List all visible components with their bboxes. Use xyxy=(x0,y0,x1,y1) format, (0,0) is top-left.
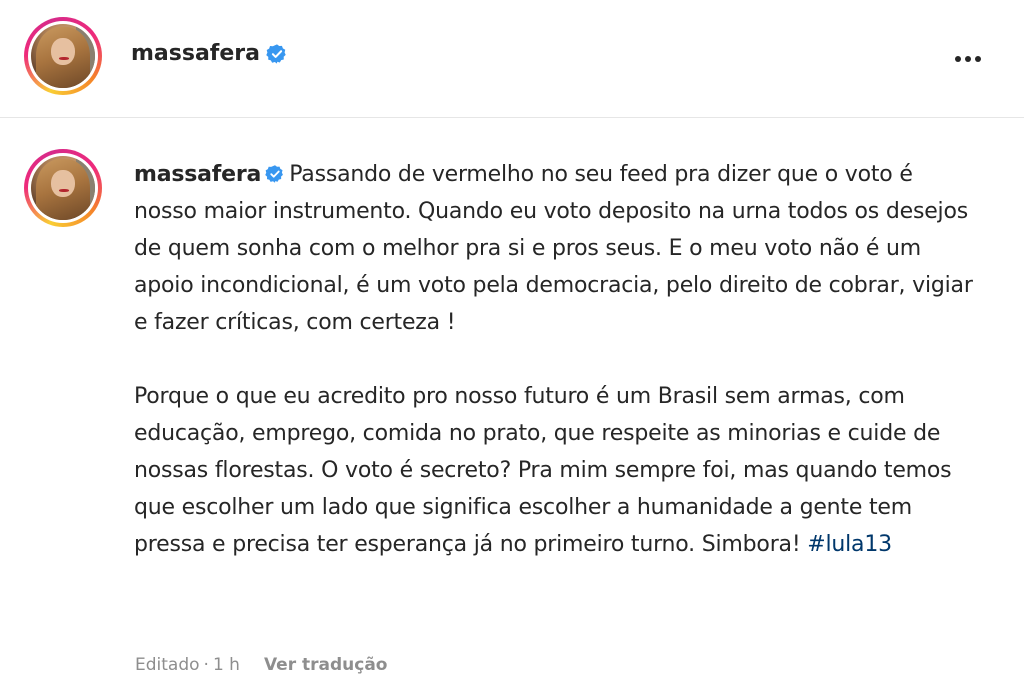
post-meta: Editado · 1 h Ver tradução xyxy=(135,655,387,675)
edited-label: Editado xyxy=(135,655,200,675)
more-options-button[interactable] xyxy=(948,44,988,74)
meta-separator: · xyxy=(203,655,209,675)
header-username[interactable]: massafera xyxy=(131,41,260,66)
caption-paragraph-1: massafera Passando de vermelho no seu fee… xyxy=(134,156,974,341)
hashtag-link[interactable]: #lula13 xyxy=(807,532,892,557)
header-username-row: massafera xyxy=(131,41,288,66)
profile-avatar[interactable] xyxy=(24,17,102,95)
see-translation-button[interactable]: Ver tradução xyxy=(264,655,388,675)
post-caption-section: massafera Passando de vermelho no seu fee… xyxy=(0,119,1024,683)
post-header: massafera xyxy=(0,0,1024,118)
caption-text-1: Passando de vermelho no seu feed pra diz… xyxy=(134,162,973,335)
caption-paragraph-2: Porque o que eu acredito pro nosso futur… xyxy=(134,378,974,563)
caption-author[interactable]: massafera xyxy=(134,162,261,187)
verified-badge-icon xyxy=(265,159,285,183)
more-horizontal-icon xyxy=(955,56,961,62)
caption-avatar[interactable] xyxy=(24,149,102,227)
verified-badge-icon xyxy=(266,43,288,65)
post-caption: massafera Passando de vermelho no seu fee… xyxy=(134,156,974,563)
post-time[interactable]: 1 h xyxy=(213,655,240,675)
